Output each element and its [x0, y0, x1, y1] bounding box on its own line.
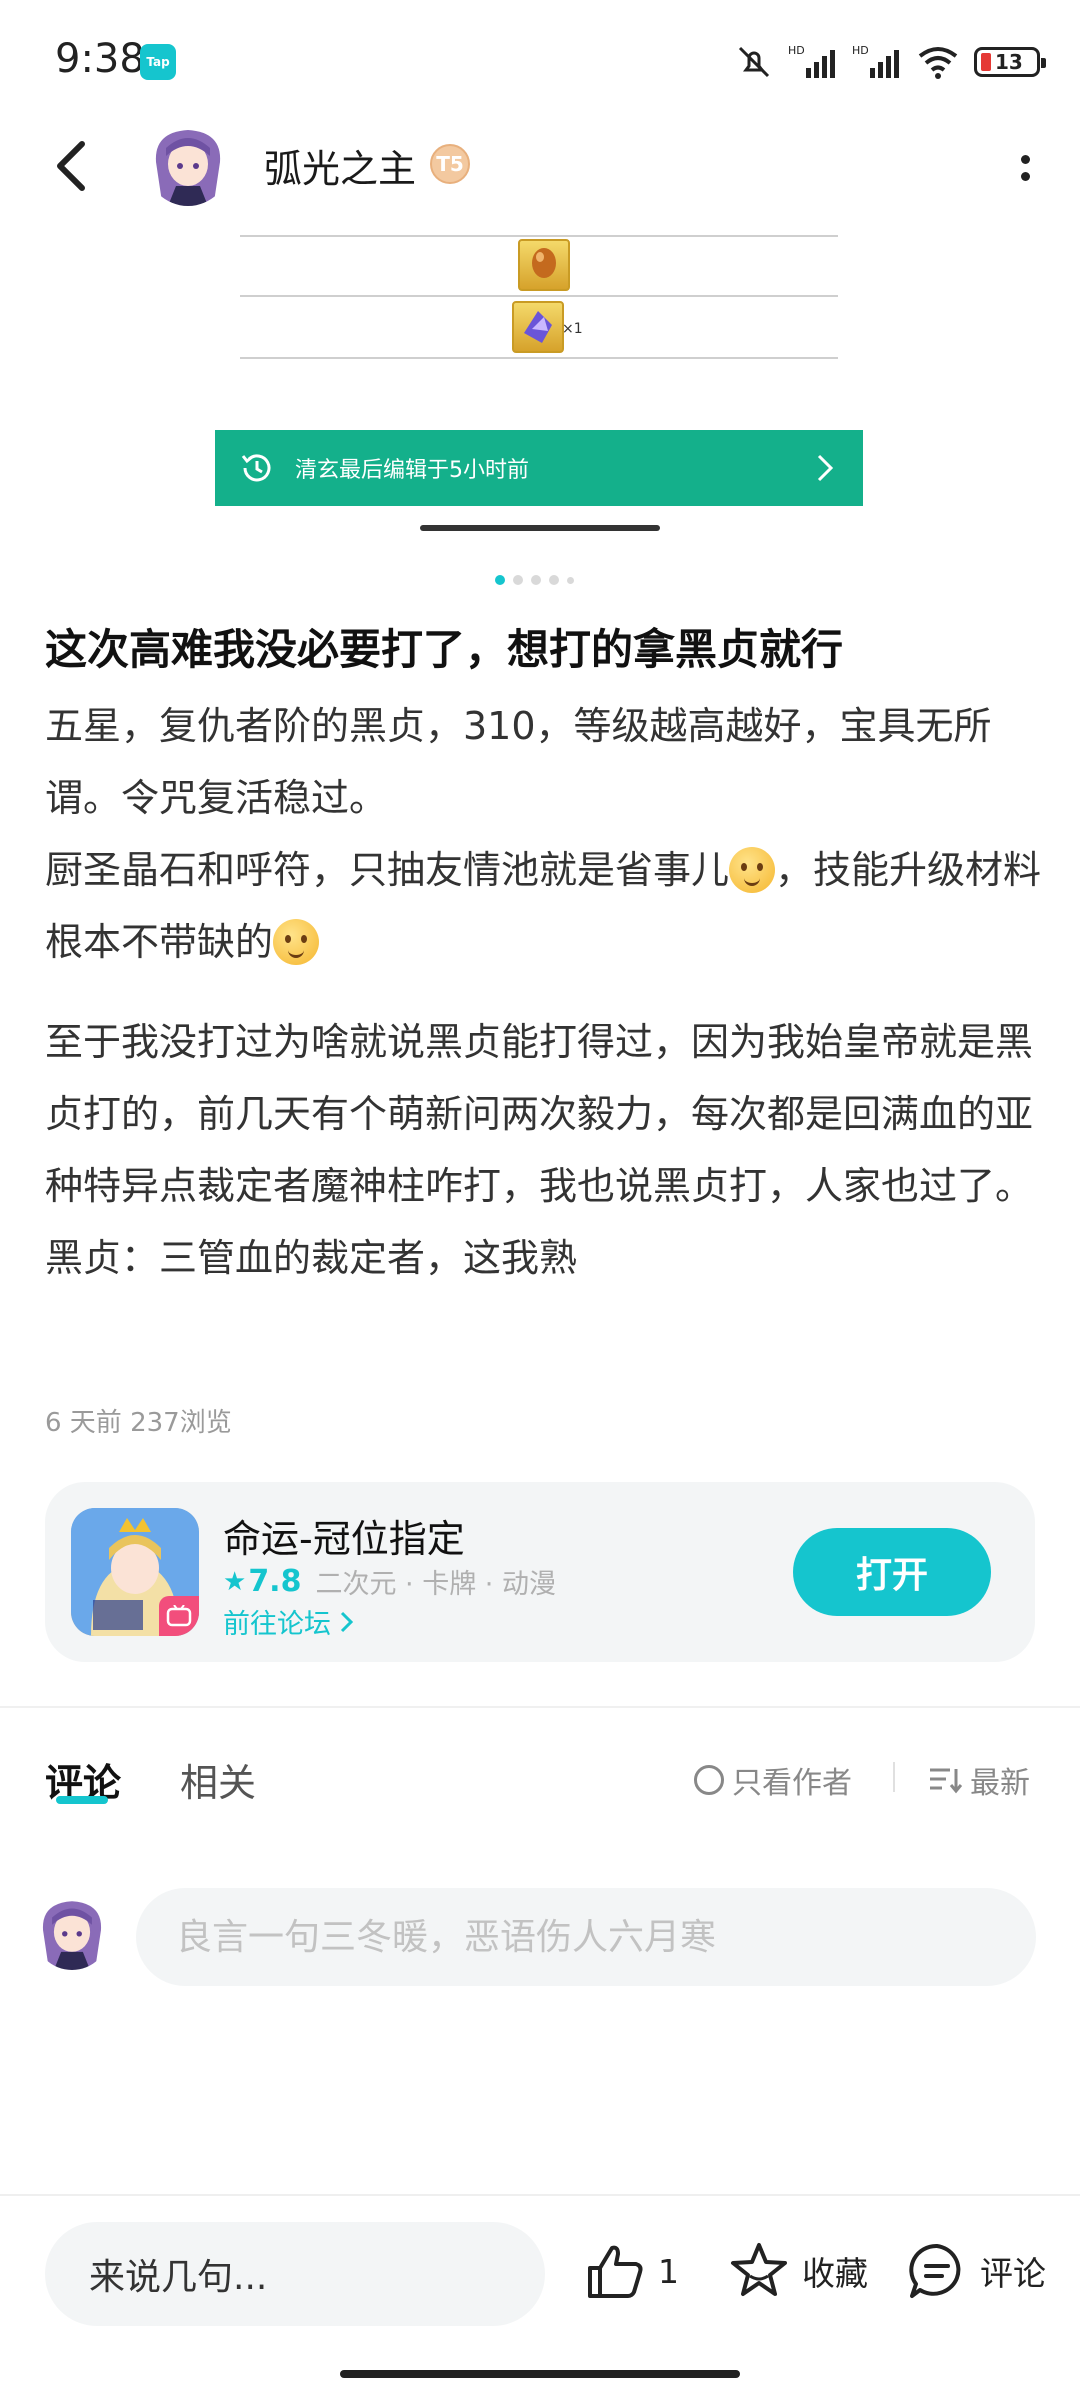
- carousel-dot: [531, 575, 541, 585]
- home-indicator: [340, 2370, 740, 2378]
- game-app-icon: [71, 1508, 199, 1636]
- crystal-item-icon: [512, 301, 564, 353]
- open-game-button[interactable]: 打开: [793, 1528, 991, 1616]
- game-card[interactable]: 命运-冠位指定 ★ 7.8 二次元 · 卡牌 · 动漫 前往论坛 打开: [45, 1482, 1035, 1662]
- active-tab-indicator: [56, 1796, 108, 1804]
- carousel-page-dots: [495, 575, 574, 585]
- battery-level: 13: [995, 50, 1023, 74]
- bell-muted-icon: [738, 46, 770, 78]
- game-rating-group: ★ 7.8: [223, 1564, 301, 1599]
- more-vert-icon: [1020, 155, 1030, 164]
- avatar-image-icon: [146, 122, 230, 206]
- forum-link-label: 前往论坛: [223, 1609, 331, 1640]
- comment-label: 评论: [980, 2254, 1046, 2293]
- comment-button[interactable]: 评论: [906, 2240, 1046, 2302]
- edit-notice-text: 清玄最后编辑于5小时前: [295, 458, 529, 483]
- grin-emoji-icon: [273, 919, 320, 965]
- golden-egg-item-icon: [518, 239, 570, 291]
- post-paragraph: 黑贞：三管血的裁定者，这我熟: [45, 1236, 578, 1280]
- game-tags: 二次元 · 卡牌 · 动漫: [315, 1569, 556, 1600]
- status-time: 9:38: [55, 36, 145, 82]
- chat-bubble-icon: [909, 2243, 961, 2298]
- table-line: [240, 295, 838, 297]
- sort-icon: [930, 1768, 962, 1794]
- chevron-right-icon: [340, 1611, 354, 1632]
- back-button[interactable]: [48, 136, 98, 196]
- star-icon: ★: [223, 1566, 247, 1597]
- status-bar: 9:38 Tap HD HD 13: [0, 0, 1080, 120]
- current-user-avatar: [34, 1894, 110, 1970]
- svg-text:HD: HD: [788, 44, 805, 57]
- thumbs-up-icon: [588, 2245, 643, 2298]
- image-scroll-bar: [420, 525, 660, 531]
- smile-emoji-icon: [729, 847, 776, 893]
- like-button[interactable]: 1: [584, 2240, 679, 2302]
- hd-signal-icon: HD: [852, 44, 899, 78]
- history-icon: [241, 454, 271, 482]
- battery-fill: [981, 53, 991, 71]
- bilibili-badge-icon: [159, 1596, 199, 1636]
- image-carousel[interactable]: ×1 清玄最后编辑于5小时前: [0, 220, 1080, 590]
- chevron-right-icon: [817, 454, 834, 482]
- wifi-icon: [918, 47, 958, 79]
- post-meta: 6 天前 237浏览: [45, 1408, 232, 1438]
- carousel-dot: [567, 576, 574, 584]
- game-name: 命运-冠位指定: [223, 1517, 465, 1561]
- carousel-dot: [549, 575, 559, 585]
- item-quantity: ×1: [562, 321, 583, 337]
- author-only-toggle[interactable]: 只看作者: [694, 1758, 852, 1802]
- game-rating-row: ★ 7.8 二次元 · 卡牌 · 动漫: [223, 1562, 556, 1601]
- section-divider: [0, 1706, 1080, 1708]
- post-text: 厨圣晶石和呼符，只抽友情池就是省事儿: [45, 848, 730, 892]
- table-line: [240, 235, 838, 237]
- sort-label: 最新: [970, 1766, 1030, 1801]
- status-icons: HD HD 13: [734, 40, 1046, 84]
- reward-table-image: ×1: [240, 235, 838, 381]
- favorite-button[interactable]: 收藏: [728, 2240, 868, 2302]
- post-header: 弧光之主 T5: [0, 110, 1080, 220]
- filter-separator: [893, 1762, 895, 1792]
- game-rating: 7.8: [248, 1564, 302, 1599]
- tap-app-badge: Tap: [140, 44, 176, 80]
- comment-input[interactable]: [136, 1888, 1036, 1986]
- more-vert-dot: [1020, 172, 1030, 181]
- post-title: 这次高难我没必要打了，想打的拿黑贞就行: [45, 625, 844, 674]
- radio-circle-icon: [694, 1765, 724, 1795]
- carousel-dot-active: [495, 575, 505, 585]
- svg-text:HD: HD: [852, 44, 869, 57]
- like-count: 1: [658, 2251, 679, 2291]
- forum-link[interactable]: 前往论坛: [223, 1602, 355, 1641]
- avatar-image-icon: [34, 1894, 110, 1970]
- post-paragraph: 五星，复仇者阶的黑贞，310，等级越高越好，宝具无所谓。令咒复活稳过。: [45, 704, 992, 820]
- battery-icon: 13: [974, 47, 1046, 77]
- tab-related[interactable]: 相关: [180, 1752, 256, 1807]
- level-badge: T5: [430, 144, 470, 184]
- hd-signal-icon: HD: [788, 44, 835, 78]
- bottom-bar-divider: [0, 2194, 1080, 2196]
- author-only-label: 只看作者: [732, 1766, 852, 1801]
- author-name[interactable]: 弧光之主: [264, 138, 416, 193]
- quick-comment-input[interactable]: 来说几句...: [45, 2222, 545, 2326]
- more-button[interactable]: [1010, 140, 1040, 196]
- post-paragraph: 厨圣晶石和呼符，只抽友情池就是省事儿 ，技能升级材料根本不带缺的: [45, 834, 1045, 978]
- author-avatar[interactable]: [146, 122, 230, 206]
- sort-button[interactable]: 最新: [928, 1758, 1030, 1802]
- post-body: 五星，复仇者阶的黑贞，310，等级越高越好，宝具无所谓。令咒复活稳过。 厨圣晶石…: [45, 690, 1045, 1294]
- edit-history-banner[interactable]: 清玄最后编辑于5小时前: [215, 430, 863, 506]
- back-arrow-icon: [57, 141, 85, 191]
- favorite-label: 收藏: [802, 2254, 868, 2293]
- carousel-dot: [513, 575, 523, 585]
- post-paragraph: 至于我没打过为啥就说黑贞能打得过，因为我始皇帝就是黑贞打的，前几天有个萌新问两次…: [45, 1020, 1034, 1208]
- star-outline-icon: [731, 2243, 787, 2296]
- table-line: [240, 357, 838, 359]
